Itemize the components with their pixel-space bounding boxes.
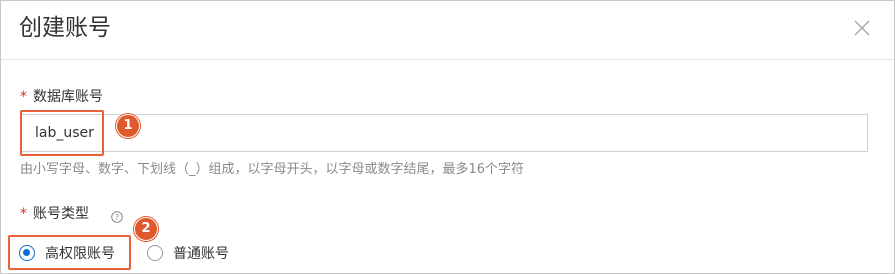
dialog-title: 创建账号 <box>19 15 111 41</box>
radio-privileged-label: 高权限账号 <box>45 246 115 262</box>
annotation-highlight-1 <box>20 110 104 156</box>
account-type-help[interactable]: ? <box>111 208 123 223</box>
close-icon <box>854 20 870 36</box>
help-circle-icon: ? <box>111 211 123 223</box>
required-mark: * <box>20 206 27 222</box>
db-account-label: * 数据库账号 <box>20 87 103 107</box>
db-account-input-box <box>20 114 868 152</box>
annotation-badge-2: 2 <box>134 217 158 241</box>
radio-normal-label: 普通账号 <box>173 246 229 262</box>
radio-normal[interactable] <box>147 245 163 261</box>
svg-text:?: ? <box>115 213 119 222</box>
create-account-dialog: 创建账号 * 数据库账号 由小写字母、数字、下划线（_）组成，以字母开头，以字母或… <box>0 0 895 274</box>
db-account-input[interactable] <box>21 115 867 151</box>
radio-option-normal[interactable]: 普通账号 <box>147 242 229 264</box>
dialog-header: 创建账号 <box>1 1 894 60</box>
account-type-label: * 账号类型 <box>20 204 89 224</box>
radio-option-privileged[interactable]: 高权限账号 <box>19 242 115 264</box>
required-mark: * <box>20 89 27 105</box>
annotation-badge-1: 1 <box>116 114 140 138</box>
db-account-label-text: 数据库账号 <box>33 89 103 105</box>
radio-privileged[interactable] <box>19 245 35 261</box>
close-button[interactable] <box>847 13 877 43</box>
account-type-label-text: 账号类型 <box>33 206 89 222</box>
db-account-hint: 由小写字母、数字、下划线（_）组成，以字母开头，以字母或数字结尾，最多16个字符 <box>20 162 525 177</box>
